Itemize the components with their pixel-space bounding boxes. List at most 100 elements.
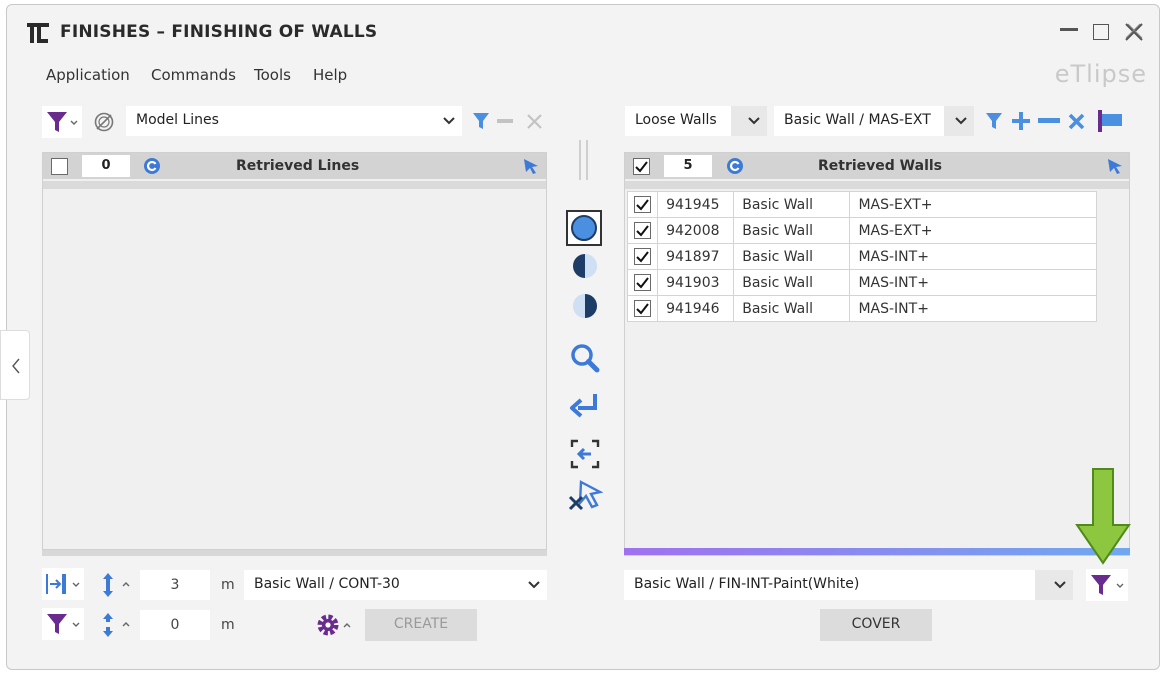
wall-type-select[interactable]: Basic Wall / CONT-30 bbox=[244, 570, 547, 600]
wall-filter-value: Loose Walls bbox=[635, 112, 717, 128]
clear-selection-icon[interactable] bbox=[567, 478, 603, 514]
finish-type-select[interactable]: Basic Wall / FIN-INT-Paint(White) bbox=[624, 570, 1073, 600]
finish-type-drop[interactable] bbox=[1035, 570, 1073, 600]
full-circle-button[interactable] bbox=[566, 210, 602, 246]
lines-header-title: Retrieved Lines bbox=[236, 158, 360, 174]
element-id-cell: 942008 bbox=[657, 217, 735, 244]
row-checkbox[interactable] bbox=[626, 191, 659, 218]
select-all-walls-checkbox[interactable] bbox=[633, 158, 650, 179]
lines-panel bbox=[42, 152, 547, 550]
create-button[interactable]: CREATE bbox=[365, 609, 477, 641]
select-all-lines-checkbox[interactable] bbox=[51, 158, 68, 179]
height-input[interactable]: 3 bbox=[140, 570, 210, 600]
family-cell: Basic Wall bbox=[733, 191, 851, 218]
checkbox[interactable] bbox=[634, 300, 651, 317]
menu-tools[interactable]: Tools bbox=[254, 66, 291, 84]
chevron-down-icon bbox=[443, 117, 455, 125]
checkmark-icon bbox=[636, 251, 649, 263]
zoom-icon[interactable] bbox=[569, 342, 601, 374]
element-id-cell: 941946 bbox=[657, 295, 735, 322]
chevron-down-icon bbox=[955, 117, 967, 125]
green-arrow-icon bbox=[1075, 468, 1131, 565]
walls-count: 5 bbox=[664, 155, 712, 177]
type-cell: MAS-INT+ bbox=[849, 269, 1097, 296]
refresh-icon[interactable] bbox=[143, 157, 161, 175]
filter-icon[interactable] bbox=[983, 110, 1005, 132]
row-checkbox[interactable] bbox=[626, 295, 659, 322]
table-row[interactable]: 942008 Basic Wall MAS-EXT+ bbox=[626, 217, 1097, 244]
filter-icon[interactable] bbox=[470, 110, 492, 132]
chevron-down-icon bbox=[528, 581, 540, 589]
checkbox[interactable] bbox=[634, 196, 651, 213]
wall-filter-drop[interactable] bbox=[731, 106, 767, 136]
return-arrow-icon[interactable] bbox=[567, 390, 603, 422]
height-unit: m bbox=[221, 577, 235, 593]
menu-help[interactable]: Help bbox=[313, 66, 347, 84]
offset-input[interactable]: 0 bbox=[140, 610, 210, 640]
clear-x-icon[interactable] bbox=[1066, 110, 1088, 132]
table-row[interactable]: 941945 Basic Wall MAS-EXT+ bbox=[626, 191, 1097, 218]
filter-icon bbox=[47, 112, 78, 132]
no-filter-icon[interactable] bbox=[92, 111, 118, 133]
existing-wall-type-value: Basic Wall / MAS-EXT bbox=[784, 112, 931, 128]
checkbox[interactable] bbox=[634, 248, 651, 265]
walls-header-title: Retrieved Walls bbox=[818, 158, 943, 174]
flag-icon[interactable] bbox=[1096, 108, 1124, 134]
family-cell: Basic Wall bbox=[733, 295, 851, 322]
checkbox[interactable] bbox=[634, 222, 651, 239]
remove-icon[interactable] bbox=[497, 119, 513, 123]
wall-filter-select[interactable]: Loose Walls bbox=[625, 106, 767, 136]
cover-button[interactable]: COVER bbox=[820, 609, 932, 641]
menu-commands[interactable]: Commands bbox=[151, 66, 236, 84]
app-logo-icon bbox=[27, 23, 49, 43]
walls-column-row bbox=[625, 181, 1129, 189]
chevron-down-icon bbox=[748, 117, 760, 125]
minimize-button[interactable] bbox=[1060, 28, 1078, 31]
collapse-panel-tab[interactable] bbox=[0, 330, 30, 400]
close-button[interactable] bbox=[1122, 20, 1146, 44]
align-dropdown-button[interactable] bbox=[42, 568, 84, 600]
menu-application[interactable]: Application bbox=[46, 66, 130, 84]
offset-icon bbox=[103, 613, 130, 637]
remove-icon[interactable] bbox=[1038, 118, 1060, 123]
existing-wall-type-drop[interactable] bbox=[944, 106, 974, 136]
add-icon[interactable] bbox=[1010, 110, 1032, 132]
fit-to-view-icon[interactable] bbox=[569, 438, 601, 470]
filter-icon bbox=[47, 614, 80, 634]
select-pointer-icon[interactable] bbox=[522, 157, 540, 175]
gear-icon[interactable] bbox=[314, 611, 358, 639]
clear-x-icon[interactable] bbox=[524, 110, 546, 132]
walls-table: 941945 Basic Wall MAS-EXT+ 942008 Basic Wall… bbox=[626, 191, 1097, 322]
table-row[interactable]: 941897 Basic Wall MAS-INT+ bbox=[626, 243, 1097, 270]
checkmark-icon bbox=[635, 161, 648, 173]
half-circle-left-icon[interactable] bbox=[569, 250, 601, 282]
row-checkbox[interactable] bbox=[626, 269, 659, 296]
filter-dropdown-button[interactable] bbox=[42, 106, 82, 138]
finish-filter-dropdown-button[interactable] bbox=[1086, 569, 1128, 601]
maximize-button[interactable] bbox=[1093, 24, 1109, 40]
filter-icon bbox=[1091, 575, 1124, 595]
refresh-icon[interactable] bbox=[726, 157, 744, 175]
checkbox[interactable] bbox=[634, 274, 651, 291]
filter-dropdown-button-2[interactable] bbox=[42, 608, 84, 640]
offset-unit: m bbox=[221, 617, 235, 633]
source-select[interactable]: Model Lines bbox=[126, 106, 462, 136]
height-icon bbox=[103, 573, 130, 597]
wall-type-value: Basic Wall / CONT-30 bbox=[254, 576, 400, 592]
half-circle-right-icon[interactable] bbox=[569, 290, 601, 322]
type-cell: MAS-EXT+ bbox=[849, 191, 1097, 218]
splitter-grip-right[interactable] bbox=[586, 140, 588, 180]
table-row[interactable]: 941946 Basic Wall MAS-INT+ bbox=[626, 295, 1097, 322]
element-id-cell: 941903 bbox=[657, 269, 735, 296]
splitter-grip-left[interactable] bbox=[579, 140, 581, 180]
existing-wall-type-select[interactable]: Basic Wall / MAS-EXT bbox=[774, 106, 974, 136]
row-checkbox[interactable] bbox=[626, 217, 659, 244]
table-row[interactable]: 941903 Basic Wall MAS-INT+ bbox=[626, 269, 1097, 296]
checkmark-icon bbox=[636, 277, 649, 289]
source-select-value: Model Lines bbox=[136, 112, 219, 128]
lines-count: 0 bbox=[82, 155, 130, 177]
row-checkbox[interactable] bbox=[626, 243, 659, 270]
lines-scrollbar[interactable] bbox=[42, 550, 547, 556]
progress-bar bbox=[624, 548, 1130, 555]
select-pointer-icon[interactable] bbox=[1106, 157, 1124, 175]
